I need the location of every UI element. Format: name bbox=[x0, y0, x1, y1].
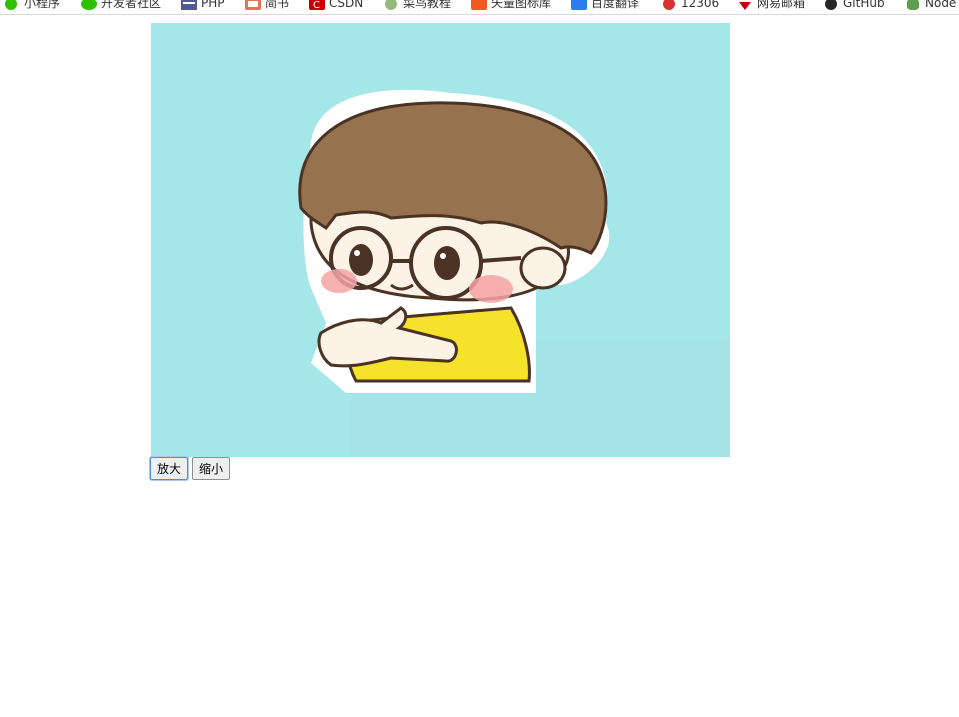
nodejs-icon bbox=[905, 0, 919, 10]
bookmark-label: 网易邮箱 bbox=[757, 0, 806, 10]
github-icon bbox=[823, 0, 837, 10]
bookmark-runoob[interactable]: 菜鸟教程 bbox=[383, 0, 451, 12]
bookmark-node[interactable]: Node bbox=[905, 0, 956, 12]
csdn-icon: C bbox=[309, 0, 325, 10]
netease-mail-icon bbox=[737, 0, 751, 10]
zoom-controls: 放大 缩小 bbox=[150, 457, 231, 481]
bookmark-label: 矢量图标库 bbox=[491, 0, 552, 10]
baidu-translate-icon bbox=[571, 0, 587, 10]
jianshu-icon bbox=[245, 0, 261, 10]
runoob-icon bbox=[383, 0, 397, 10]
bookmark-miniprogram[interactable]: 小程序 bbox=[4, 0, 60, 12]
bookmark-label: 12306 bbox=[681, 0, 720, 10]
bookmark-label: Node bbox=[925, 0, 957, 10]
php-icon bbox=[181, 0, 197, 10]
bookmark-iconfont[interactable]: 矢量图标库 bbox=[471, 0, 551, 12]
wechat-icon bbox=[81, 0, 97, 10]
bookmark-csdn[interactable]: C CSDN bbox=[309, 0, 363, 12]
svg-text:C: C bbox=[313, 0, 320, 10]
bookmark-label: 菜鸟教程 bbox=[403, 0, 452, 10]
bookmark-label: 简书 bbox=[265, 0, 290, 10]
bookmark-dev-community[interactable]: 开发者社区 bbox=[81, 0, 161, 12]
bookmarks-bar: 小程序 开发者社区 PHP 简书 C CSDN 菜鸟教程 矢量图标库 百度翻译 … bbox=[0, 0, 959, 15]
wechat-miniprogram-icon bbox=[4, 0, 18, 10]
cartoon-boy-illustration bbox=[151, 23, 730, 457]
zoom-in-button[interactable]: 放大 bbox=[150, 457, 189, 480]
bookmark-netease-mail[interactable]: 网易邮箱 bbox=[737, 0, 805, 12]
bookmark-label: 小程序 bbox=[24, 0, 61, 10]
bookmark-jianshu[interactable]: 简书 bbox=[245, 0, 289, 12]
railway-icon bbox=[661, 0, 675, 10]
bookmark-baidu-translate[interactable]: 百度翻译 bbox=[571, 0, 639, 12]
cartoon-image bbox=[151, 23, 730, 457]
bookmark-github[interactable]: GitHub bbox=[823, 0, 885, 12]
iconfont-icon bbox=[471, 0, 487, 10]
bookmark-label: CSDN bbox=[329, 0, 364, 10]
bookmark-label: GitHub bbox=[843, 0, 885, 10]
bookmark-label: PHP bbox=[201, 0, 225, 10]
bookmark-12306[interactable]: 12306 bbox=[661, 0, 719, 12]
bookmark-label: 开发者社区 bbox=[101, 0, 162, 10]
bookmark-label: 百度翻译 bbox=[591, 0, 640, 10]
bookmark-php[interactable]: PHP bbox=[181, 0, 225, 12]
zoom-out-button[interactable]: 缩小 bbox=[192, 457, 231, 480]
